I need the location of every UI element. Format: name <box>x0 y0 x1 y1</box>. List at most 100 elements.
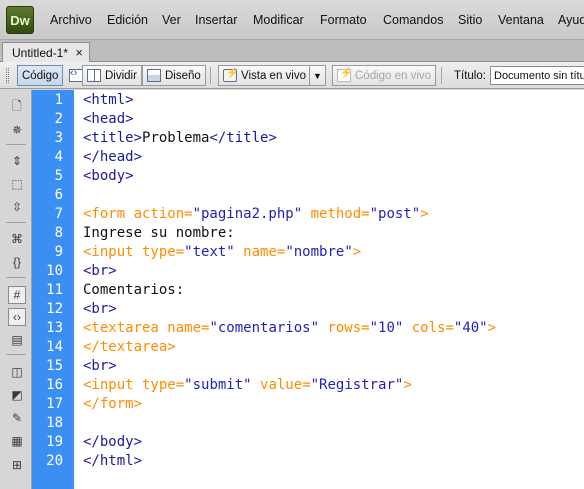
toolbar-separator <box>6 222 26 223</box>
indent-code-icon[interactable]: ⊞ <box>8 456 26 474</box>
document-tab-bar: Untitled-1* × <box>0 40 584 63</box>
close-icon[interactable]: × <box>75 45 83 60</box>
code-token: "text" <box>184 244 235 260</box>
code-text: </head> <box>83 148 142 167</box>
document-tab[interactable]: Untitled-1* × <box>2 42 90 63</box>
code-editor[interactable]: 1 <html> 2 <head> 3 <title>Problema</title> 4 <… <box>32 90 584 489</box>
line-number: 15 <box>46 358 63 374</box>
line-number: 13 <box>46 320 63 336</box>
balance-braces-icon[interactable]: {} <box>8 253 26 271</box>
menu-sitio[interactable]: Sitio <box>458 13 482 27</box>
menu-insertar[interactable]: Insertar <box>195 13 237 27</box>
code-token: </title> <box>209 130 277 146</box>
code-text: </body> <box>83 433 142 452</box>
menu-formato[interactable]: Formato <box>320 13 367 27</box>
split-view-icon <box>87 69 101 82</box>
code-text: </form> <box>83 395 142 414</box>
menu-archivo[interactable]: Archivo <box>50 13 92 27</box>
code-token: name= <box>234 244 286 260</box>
apply-comment-icon[interactable]: ◫ <box>8 363 26 381</box>
design-view-button[interactable]: Diseño <box>142 65 206 86</box>
split-view-label: Dividir <box>105 69 137 82</box>
expand-all-icon[interactable]: ⇳ <box>8 198 26 216</box>
split-view-button[interactable]: Dividir <box>82 65 142 86</box>
line-number: 14 <box>46 339 63 355</box>
menu-comandos[interactable]: Comandos <box>383 13 443 27</box>
code-text: <input type="text" name="nombre"> <box>83 243 361 262</box>
code-token: <br> <box>83 358 117 374</box>
code-token: "nombre" <box>285 244 353 260</box>
code-token: <input type= <box>83 377 185 393</box>
code-token: <textarea name= <box>83 320 210 336</box>
code-token: "40" <box>453 320 488 336</box>
toolbar-separator <box>6 354 26 355</box>
syntax-coloring-icon[interactable]: ▤ <box>8 331 26 349</box>
code-text: <html> <box>83 91 134 110</box>
live-view-dropdown[interactable]: ▼ <box>309 65 326 86</box>
code-token: </form> <box>83 396 143 412</box>
line-number: 17 <box>46 396 63 412</box>
code-text: <br> <box>83 262 117 281</box>
document-toolbar: Código Dividir Diseño Vista en vivo ▼ Có… <box>0 62 584 89</box>
code-token: <br> <box>83 301 117 317</box>
code-token: <title> <box>83 130 143 146</box>
code-text: Ingrese su nombre: <box>83 224 235 243</box>
open-documents-icon[interactable]: 🗋 <box>8 98 26 116</box>
code-token: </body> <box>83 434 143 450</box>
line-number: 18 <box>46 415 63 431</box>
toolbar-separator <box>210 67 211 84</box>
code-token: Ingrese su nombre: <box>83 225 235 241</box>
menu-ver[interactable]: Ver <box>162 13 181 27</box>
code-text: Comentarios: <box>83 281 184 300</box>
document-title-input[interactable] <box>490 66 584 85</box>
code-token: "post" <box>369 206 421 222</box>
wrap-tag-icon[interactable]: ✎ <box>8 409 26 427</box>
code-text: </textarea> <box>83 338 176 357</box>
live-view-button[interactable]: Vista en vivo <box>218 65 311 86</box>
show-code-navigator-icon[interactable]: ✵ <box>8 121 26 139</box>
coding-toolbar: 🗋 ✵ ⇕ ⬚ ⇳ ⌘ {} # ‹› ▤ ◫ ◩ ✎ ▦ ⊞ <box>0 90 32 489</box>
highlight-invalid-code-icon[interactable]: ‹› <box>8 308 26 326</box>
code-token: > <box>487 320 497 336</box>
code-view-button[interactable]: Código <box>17 65 83 86</box>
code-text: <textarea name="comentarios" rows="10" c… <box>83 319 496 338</box>
code-token: "Registrar" <box>310 377 404 393</box>
collapse-full-tag-icon[interactable]: ⇕ <box>8 152 26 170</box>
menu-modificar[interactable]: Modificar <box>253 13 304 27</box>
code-token: <head> <box>83 111 134 127</box>
select-parent-tag-icon[interactable]: ⌘ <box>8 230 26 248</box>
code-text: <input type="submit" value="Registrar"> <box>83 376 412 395</box>
code-token: > <box>403 377 412 393</box>
code-token: </textarea> <box>83 339 176 355</box>
document-tab-label: Untitled-1* <box>12 46 69 60</box>
code-token: <body> <box>83 168 134 184</box>
remove-comment-icon[interactable]: ◩ <box>8 386 26 404</box>
code-token: "pagina2.php" <box>192 206 303 222</box>
code-token: > <box>420 206 429 222</box>
line-numbers-icon[interactable]: # <box>8 286 26 304</box>
collapse-selection-icon[interactable]: ⬚ <box>8 175 26 193</box>
code-token: "10" <box>369 320 404 336</box>
code-token: > <box>352 244 362 260</box>
design-view-icon <box>147 69 161 82</box>
code-token: Comentarios: <box>83 282 185 298</box>
code-token: </head> <box>83 149 143 165</box>
live-code-label: Código en vivo <box>355 69 432 82</box>
code-token: <html> <box>83 92 134 108</box>
menu-edicion[interactable]: Edición <box>107 13 148 27</box>
recent-snippets-icon[interactable]: ▦ <box>8 432 26 450</box>
code-text: <br> <box>83 357 117 376</box>
line-number: 7 <box>54 206 63 222</box>
code-text: <body> <box>83 167 134 186</box>
line-number: 9 <box>54 244 63 260</box>
line-number: 1 <box>54 92 63 108</box>
toolbar-separator <box>6 144 26 145</box>
live-code-icon <box>337 68 352 82</box>
toolbar-grip[interactable] <box>6 68 9 83</box>
code-text: <title>Problema</title> <box>83 129 277 148</box>
document-title-label: Título: <box>454 70 486 82</box>
menu-ayuda[interactable]: Ayuda <box>558 13 584 27</box>
menu-ventana[interactable]: Ventana <box>498 13 544 27</box>
line-number: 16 <box>46 377 63 393</box>
line-number: 4 <box>54 149 63 165</box>
